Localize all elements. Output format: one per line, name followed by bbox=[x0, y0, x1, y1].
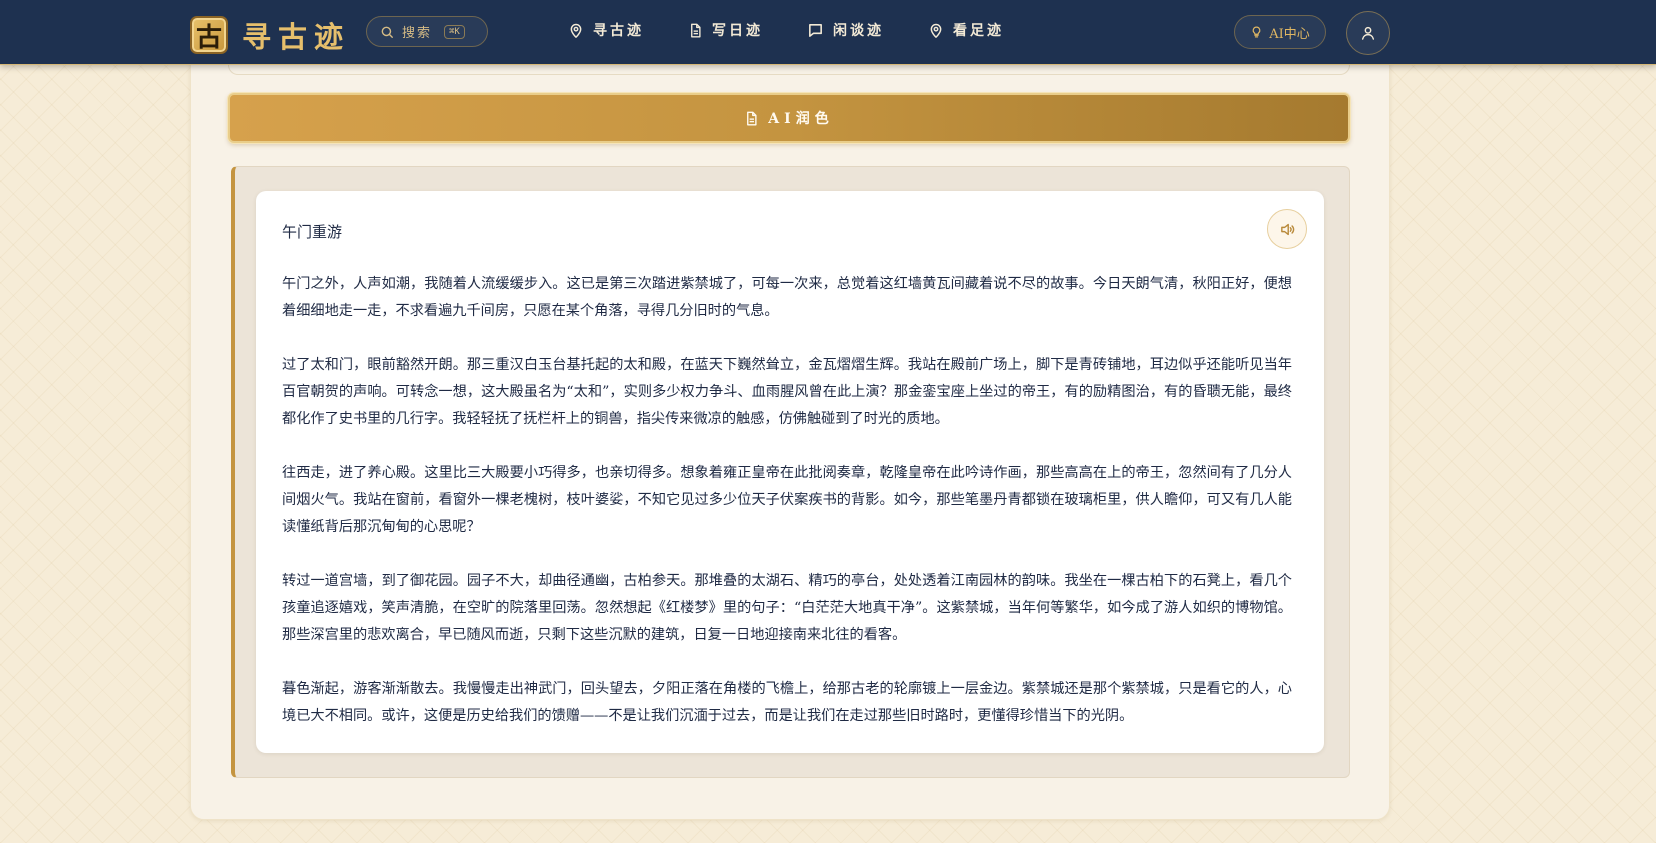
user-avatar-button[interactable] bbox=[1346, 11, 1390, 55]
essay-paragraph: 暮色渐起，游客渐渐散去。我慢慢走出神武门，回头望去，夕阳正落在角楼的飞檐上，给那… bbox=[282, 681, 1292, 724]
ai-polish-label: AI润色 bbox=[768, 111, 834, 127]
location-pin-icon bbox=[930, 23, 942, 38]
nav-item-label: 看足迹 bbox=[953, 23, 1004, 39]
essay-paragraph: 过了太和门，眼前豁然开朗。那三重汉白玉台基托起的太和殿，在蓝天下巍然耸立，金瓦熠… bbox=[282, 357, 1292, 427]
search-shortcut-badge: ⌘K bbox=[444, 24, 465, 39]
logo-badge: 古 bbox=[190, 16, 228, 54]
essay-paragraph: 转过一道宫墙，到了御花园。园子不大，却曲径通幽，古柏参天。那堆叠的太湖石、精巧的… bbox=[282, 573, 1292, 643]
user-icon bbox=[1361, 26, 1375, 40]
nav-item-label: 闲谈迹 bbox=[833, 23, 884, 39]
search-icon bbox=[381, 26, 393, 38]
chat-bubble-icon bbox=[809, 23, 822, 37]
nav-item-journal[interactable]: 写日迹 bbox=[688, 20, 763, 40]
essay-title: 午门重游 bbox=[282, 223, 343, 241]
ai-center-button[interactable]: AI中心 bbox=[1234, 15, 1326, 49]
ai-center-label: AI中心 bbox=[1269, 26, 1310, 42]
logo-text: 寻古迹 bbox=[242, 20, 351, 54]
nav-item-footprints[interactable]: 看足迹 bbox=[928, 20, 1004, 40]
nav-item-chat[interactable]: 闲谈迹 bbox=[807, 20, 884, 40]
search-label: 搜索 bbox=[402, 26, 433, 41]
location-pin-icon bbox=[570, 23, 582, 38]
essay-body: 午门之外，人声如潮，我随着人流缓缓步入。这已是第三次踏进紫禁城了，可每一次来，总… bbox=[282, 271, 1292, 757]
search-button[interactable]: 搜索 ⌘K bbox=[366, 16, 488, 47]
document-icon bbox=[747, 111, 757, 125]
main-nav: 寻古迹 写日迹 闲谈迹 看足迹 bbox=[568, 20, 1048, 40]
document-icon bbox=[691, 23, 701, 37]
nav-item-label: 寻古迹 bbox=[593, 23, 644, 39]
polished-essay-card: 午门重游 午门之外，人声如潮，我随着人流缓缓步入。这已是第三次踏进紫禁城了，可每… bbox=[256, 191, 1324, 753]
read-aloud-button[interactable] bbox=[1267, 209, 1307, 249]
site-logo[interactable]: 古 寻古迹 bbox=[190, 14, 350, 56]
lightbulb-icon bbox=[1252, 26, 1261, 38]
nav-item-explore[interactable]: 寻古迹 bbox=[568, 20, 644, 40]
top-navbar: 古 寻古迹 搜索 ⌘K 寻古迹 写日迹 闲谈迹 看足迹 AI中心 bbox=[0, 0, 1656, 65]
speaker-icon bbox=[1280, 223, 1294, 235]
ai-polish-button[interactable]: AI润色 bbox=[228, 93, 1350, 143]
essay-paragraph: 往西走，进了养心殿。这里比三大殿要小巧得多，也亲切得多。想象着雍正皇帝在此批阅奏… bbox=[282, 465, 1292, 535]
essay-paragraph: 午门之外，人声如潮，我随着人流缓缓步入。这已是第三次踏进紫禁城了，可每一次来，总… bbox=[282, 276, 1292, 319]
nav-item-label: 写日迹 bbox=[712, 23, 763, 39]
